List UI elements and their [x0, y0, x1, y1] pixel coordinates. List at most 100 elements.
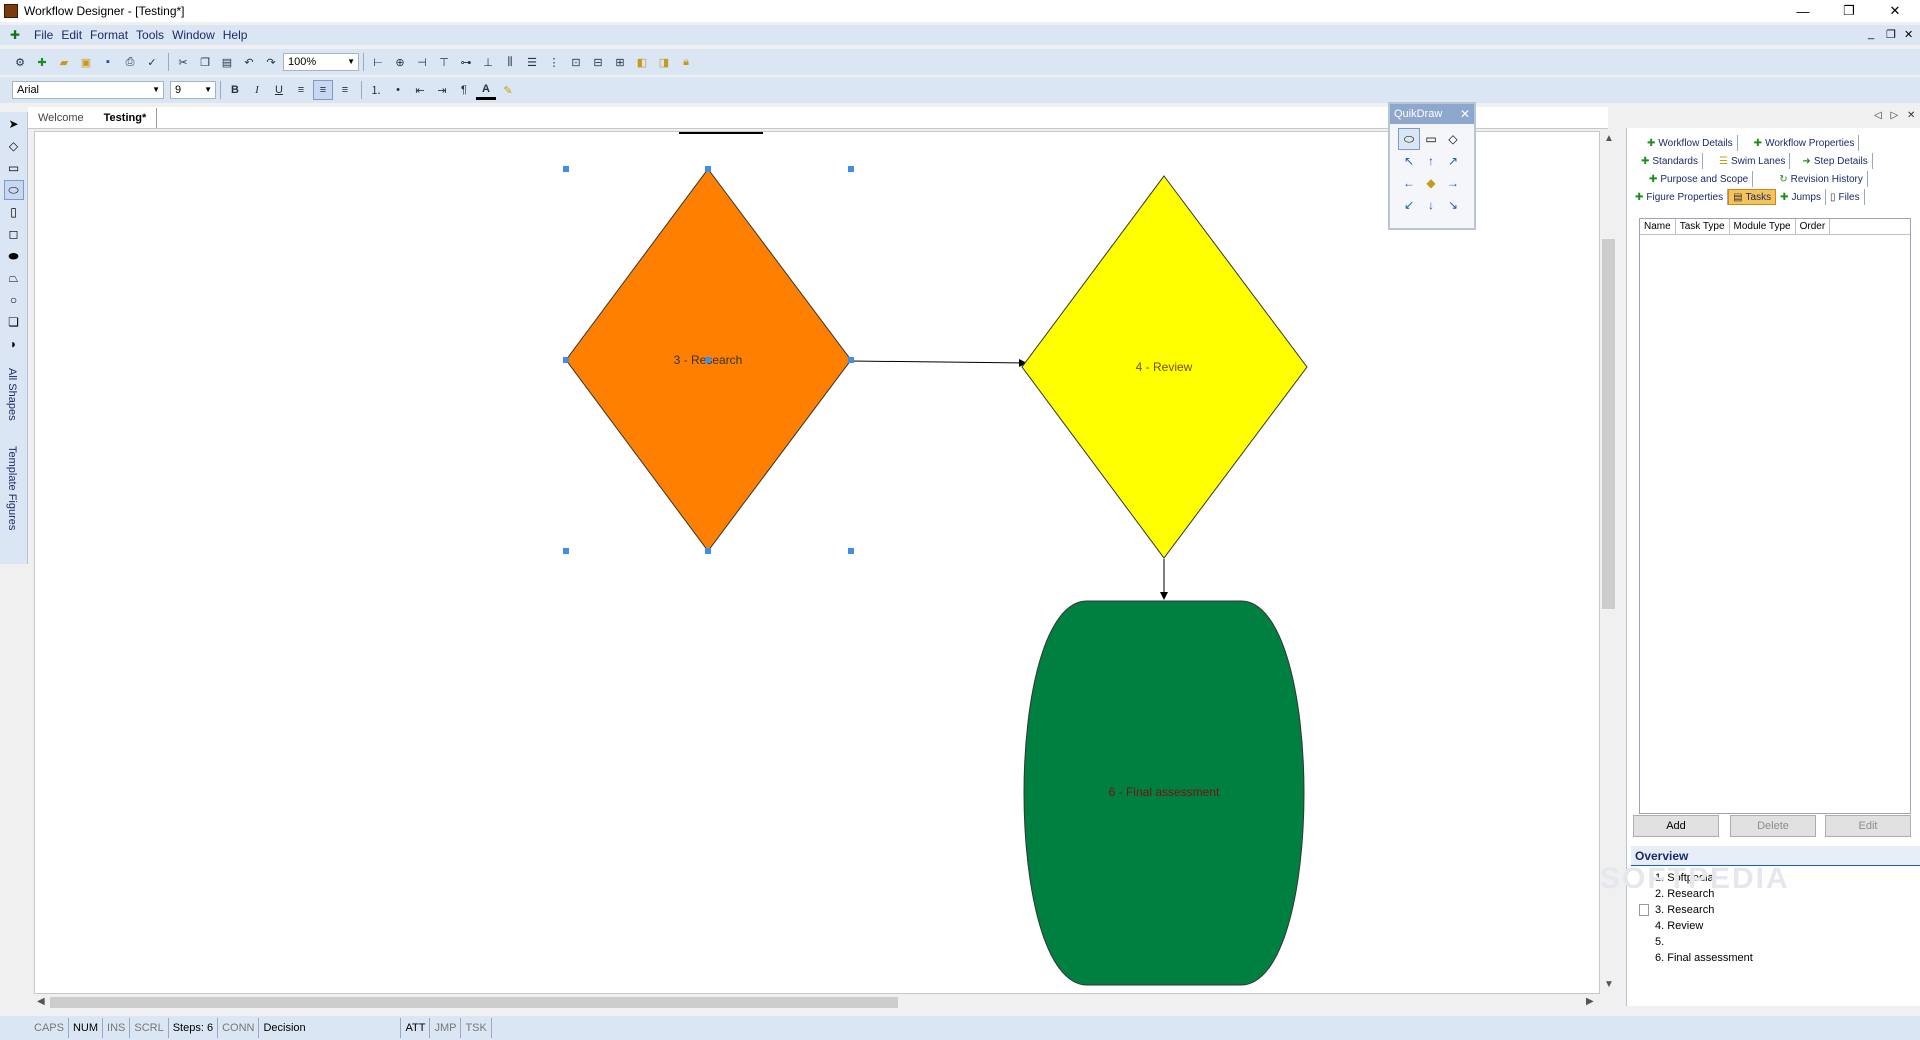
open-icon[interactable]: ▰: [54, 52, 74, 72]
menu-file[interactable]: File: [34, 28, 53, 42]
arrow-down-right-icon[interactable]: ↘: [1442, 194, 1464, 216]
align-bottom-icon[interactable]: ⊥: [478, 52, 498, 72]
center-shape-icon[interactable]: ◆: [1420, 172, 1442, 194]
arrow-up-left-icon[interactable]: ↖: [1398, 150, 1420, 172]
column-task-type[interactable]: Task Type: [1676, 219, 1730, 234]
close-icon[interactable]: ✕: [1907, 110, 1915, 121]
arrow-up-right-icon[interactable]: ↗: [1442, 150, 1464, 172]
chevron-right-icon[interactable]: ▷: [1890, 110, 1898, 121]
scroll-thumb[interactable]: [1602, 239, 1615, 609]
quikdraw-palette[interactable]: QuikDraw ✕ ⬭ ▭ ◇ ↖ ↑ ↗ ← ◆ → ↙ ↓ ↘: [1388, 102, 1476, 230]
column-order[interactable]: Order: [1796, 219, 1831, 234]
all-shapes-tab[interactable]: All Shapes: [6, 368, 18, 421]
arrow-left-icon[interactable]: ←: [1398, 172, 1420, 194]
menu-window[interactable]: Window: [172, 28, 215, 42]
tab-workflow-properties[interactable]: ✚ Workflow Properties: [1750, 135, 1860, 151]
menu-help[interactable]: Help: [223, 28, 248, 42]
underline-button[interactable]: U: [269, 80, 289, 100]
overview-item[interactable]: 3. Research: [1639, 902, 1920, 918]
quikdraw-title-bar[interactable]: QuikDraw ✕: [1390, 104, 1474, 124]
minimize-button[interactable]: —: [1780, 0, 1826, 22]
arrow-right-icon[interactable]: →: [1442, 172, 1464, 194]
text-left-icon[interactable]: ≡: [291, 80, 311, 100]
workflow-canvas[interactable]: 3 - Research 4 - Review 6 - Final assess…: [34, 131, 1600, 994]
same-height-icon[interactable]: ⊞: [610, 52, 630, 72]
multi-document-tool-icon[interactable]: ❏: [4, 312, 24, 332]
scroll-right-icon[interactable]: ▶: [1586, 996, 1594, 1007]
font-size-select[interactable]: 9 ▼: [170, 81, 216, 99]
column-name[interactable]: Name: [1640, 219, 1676, 234]
tab-swim-lanes[interactable]: ☰ Swim Lanes: [1715, 153, 1791, 169]
space-horizontal-icon[interactable]: ⫼: [500, 52, 520, 72]
overview-item[interactable]: 4. Review: [1655, 918, 1920, 934]
mdi-minimize-button[interactable]: _: [1868, 28, 1874, 40]
document-tool-icon[interactable]: ◻: [4, 224, 24, 244]
paste-icon[interactable]: ▤: [217, 52, 237, 72]
bullet-list-icon[interactable]: •: [388, 80, 408, 100]
delete-task-button[interactable]: Delete: [1730, 815, 1816, 837]
copy-icon[interactable]: ❐: [195, 52, 215, 72]
save-icon[interactable]: ▪: [98, 52, 118, 72]
lock-icon[interactable]: 🔒︎: [676, 52, 696, 72]
tab-files[interactable]: ▯ Files: [1826, 189, 1865, 205]
tab-revision-history[interactable]: ↻ Revision History: [1775, 171, 1868, 187]
arrow-up-icon[interactable]: ↑: [1420, 150, 1442, 172]
tab-figure-properties[interactable]: ✚ Figure Properties: [1631, 189, 1729, 205]
overview-item[interactable]: 6. Final assessment: [1655, 950, 1920, 966]
column-module-type[interactable]: Module Type: [1730, 219, 1796, 234]
tab-purpose-and-scope[interactable]: ✚ Purpose and Scope: [1645, 171, 1754, 187]
open-folder-icon[interactable]: ▣: [76, 52, 96, 72]
oval-tool-icon[interactable]: ⬭: [3, 180, 24, 200]
zoom-select[interactable]: 100% ▼: [283, 53, 359, 71]
diamond-tool-icon[interactable]: ◇: [4, 136, 24, 156]
align-left-icon[interactable]: ⊢: [368, 52, 388, 72]
distribute-icon[interactable]: ⋮: [544, 52, 564, 72]
mdi-restore-button[interactable]: ❐: [1886, 28, 1896, 41]
rectangle-tool-icon[interactable]: ▭: [4, 158, 24, 178]
scroll-up-icon[interactable]: ▲: [1604, 133, 1614, 144]
bring-front-icon[interactable]: ◧: [632, 52, 652, 72]
text-color-button[interactable]: A: [476, 80, 496, 100]
tasks-table[interactable]: Name Task Type Module Type Order: [1639, 218, 1911, 814]
spellcheck-icon[interactable]: ✓: [142, 52, 162, 72]
menu-format[interactable]: Format: [90, 28, 128, 42]
terminator-tool-icon[interactable]: ⬬: [4, 246, 24, 266]
tab-tasks[interactable]: ▤ Tasks: [1728, 189, 1777, 205]
scroll-thumb[interactable]: [50, 997, 898, 1008]
indent-icon[interactable]: ⇥: [432, 80, 452, 100]
paragraph-icon[interactable]: ¶: [454, 80, 474, 100]
rectangle-icon[interactable]: ▭: [1420, 128, 1442, 150]
tab-testing[interactable]: Testing*: [94, 107, 158, 128]
numbered-list-icon[interactable]: ⒈: [366, 80, 386, 100]
chevron-left-icon[interactable]: ◁: [1874, 110, 1882, 121]
italic-button[interactable]: I: [247, 80, 267, 100]
align-center-icon[interactable]: ⊕: [390, 52, 410, 72]
send-back-icon[interactable]: ◨: [654, 52, 674, 72]
text-center-icon[interactable]: ≡: [313, 80, 333, 100]
redo-icon[interactable]: ↷: [261, 52, 281, 72]
horizontal-scrollbar[interactable]: ◀ ▶: [34, 994, 1600, 1011]
tab-standards[interactable]: ✚ Standards: [1637, 153, 1703, 169]
menu-edit[interactable]: Edit: [61, 28, 82, 42]
space-vertical-icon[interactable]: ☰: [522, 52, 542, 72]
add-task-button[interactable]: Add: [1633, 815, 1719, 837]
arrow-down-left-icon[interactable]: ↙: [1398, 194, 1420, 216]
process-tool-icon[interactable]: ▯: [4, 202, 24, 222]
pointer-icon[interactable]: ➤: [4, 114, 24, 134]
scroll-left-icon[interactable]: ◀: [37, 996, 45, 1007]
same-size-icon[interactable]: ⊡: [566, 52, 586, 72]
scroll-down-icon[interactable]: ▼: [1604, 979, 1614, 990]
arrow-down-icon[interactable]: ↓: [1420, 194, 1442, 216]
close-icon[interactable]: ✕: [1460, 104, 1470, 124]
print-icon[interactable]: ⎙: [120, 52, 140, 72]
same-width-icon[interactable]: ⊟: [588, 52, 608, 72]
bold-button[interactable]: B: [225, 80, 245, 100]
mdi-close-button[interactable]: ✕: [1904, 28, 1913, 41]
restore-button[interactable]: ❐: [1826, 0, 1872, 22]
oval-icon[interactable]: ⬭: [1398, 128, 1420, 150]
align-middle-icon[interactable]: ⊶: [456, 52, 476, 72]
undo-icon[interactable]: ↶: [239, 52, 259, 72]
edit-task-button[interactable]: Edit: [1825, 815, 1911, 837]
new-icon[interactable]: ✚: [32, 52, 52, 72]
circle-tool-icon[interactable]: ○: [4, 290, 24, 310]
